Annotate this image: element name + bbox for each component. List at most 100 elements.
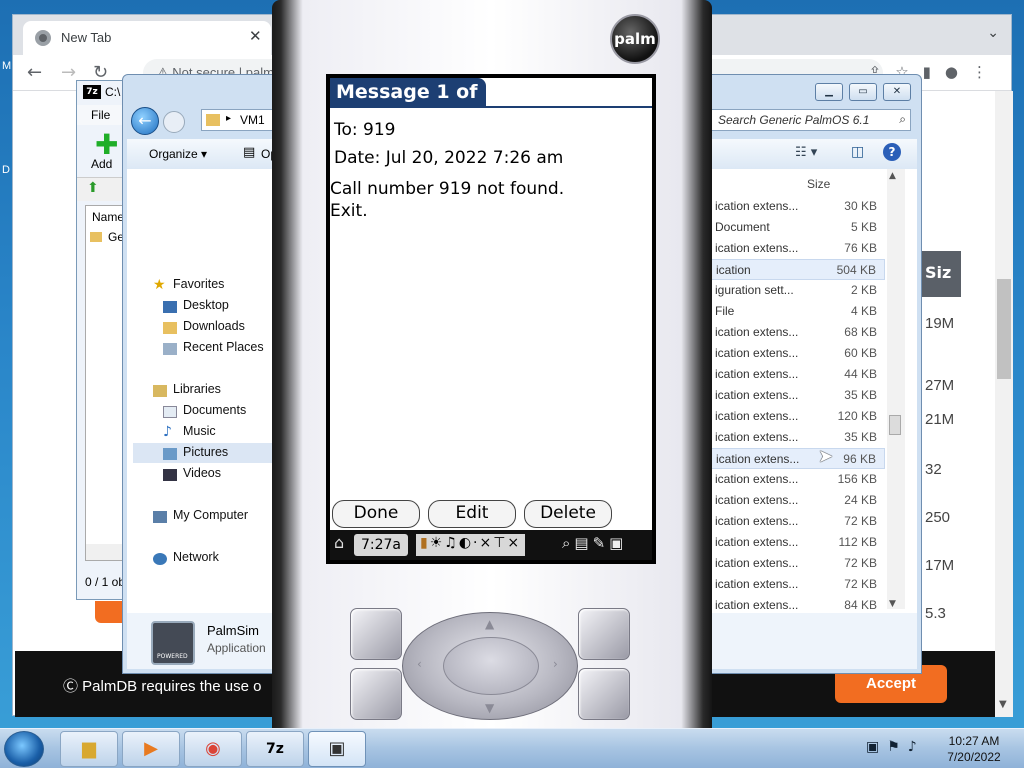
tab-search-chevron-icon[interactable]: ⌄ xyxy=(987,25,999,41)
nav-item-desktop[interactable]: Desktop xyxy=(183,298,229,312)
menu-dots-icon[interactable]: ⋮ xyxy=(972,63,1001,81)
delete-button[interactable]: Delete xyxy=(524,500,612,528)
close-button[interactable]: ✕ xyxy=(883,83,911,101)
back-arrow-icon[interactable]: ← xyxy=(131,107,159,135)
nav-item-my-computer[interactable]: My Computer xyxy=(173,508,248,522)
navigation-dpad[interactable]: ▲ ▼ ‹ › xyxy=(402,612,578,720)
file-row[interactable]: ication extens... 35 KB xyxy=(709,385,885,406)
back-arrow-icon[interactable]: ← xyxy=(27,62,42,83)
taskbar-explorer[interactable]: ▆ xyxy=(60,731,118,767)
file-size: 4 KB xyxy=(850,304,877,318)
dpad-up-arrow-icon[interactable]: ▲ xyxy=(485,617,494,631)
start-button[interactable] xyxy=(4,731,44,767)
status-right-icons[interactable]: ⌕▤✎▣ xyxy=(562,534,627,556)
taskbar-clock[interactable]: 10:27 AM 7/20/2022 xyxy=(938,733,1010,765)
nav-item-recent-places[interactable]: Recent Places xyxy=(183,340,264,354)
scroll-down-arrow-icon[interactable]: ▼ xyxy=(889,599,896,609)
file-row[interactable]: ication extens... 30 KB xyxy=(709,196,885,217)
file-row[interactable]: ication extens... 76 KB xyxy=(709,238,885,259)
music-icon: ♪ xyxy=(163,424,172,440)
message-line: Call number 919 not found. xyxy=(330,179,565,199)
menu-file[interactable]: File xyxy=(91,108,110,122)
taskbar-palmsim[interactable]: ▣ xyxy=(308,731,366,767)
nav-item-network[interactable]: Network xyxy=(173,550,219,564)
hardware-button-top-right[interactable] xyxy=(578,608,630,660)
add-plus-icon[interactable]: ✚ xyxy=(95,131,118,159)
status-time[interactable]: 7:27a xyxy=(354,534,408,556)
file-row[interactable]: ication extens... 24 KB xyxy=(709,490,885,511)
file-row[interactable]: iguration sett... 2 KB xyxy=(709,280,885,301)
file-list-scrollbar[interactable]: ▲ ▼ xyxy=(887,169,905,609)
side-panel-icon[interactable]: ▮ xyxy=(923,63,945,81)
file-list-scroll-thumb[interactable] xyxy=(889,415,901,435)
file-row[interactable]: ication extens... 60 KB xyxy=(709,343,885,364)
taskbar-7zip[interactable]: 7z xyxy=(246,731,304,767)
hardware-button-bottom-right[interactable] xyxy=(578,668,630,720)
help-icon[interactable]: ? xyxy=(883,143,901,161)
system-tray-icons[interactable]: ▣⚑♪ xyxy=(866,739,925,755)
tab-close-icon[interactable]: ✕ xyxy=(249,27,262,45)
up-folder-icon[interactable]: ⬆ xyxy=(87,180,99,196)
file-row[interactable]: ication extens... 112 KB xyxy=(709,532,885,553)
nav-item-downloads[interactable]: Downloads xyxy=(183,319,245,333)
file-row[interactable]: ication extens... 35 KB xyxy=(709,427,885,448)
file-name: ication extens... xyxy=(715,577,799,591)
file-row[interactable]: ication extens... 68 KB xyxy=(709,322,885,343)
scroll-down-arrow-icon[interactable]: ▼ xyxy=(999,699,1007,710)
open-icon[interactable]: ▤ xyxy=(243,145,255,160)
nav-item-favorites[interactable]: Favorites xyxy=(173,277,224,291)
status-icons[interactable]: ☀♫◐·×⊤× xyxy=(430,535,521,551)
file-list: Size ication extens... 30 KB Document 5 KB i… xyxy=(709,169,917,613)
page-scrollbar-thumb[interactable] xyxy=(997,279,1011,379)
file-row[interactable]: ication extens... 72 KB xyxy=(709,553,885,574)
maximize-button[interactable]: ▭ xyxy=(849,83,877,101)
nav-item-libraries[interactable]: Libraries xyxy=(173,382,221,396)
minimize-button[interactable]: ▁ xyxy=(815,83,843,101)
battery-icon[interactable]: ▮ xyxy=(420,535,430,551)
profile-icon[interactable]: ● xyxy=(945,63,972,81)
file-row[interactable]: ication 504 KB xyxy=(709,259,885,280)
hardware-button-top-left[interactable] xyxy=(350,608,402,660)
computer-icon xyxy=(153,511,167,523)
home-icon[interactable]: ⌂ xyxy=(334,533,344,552)
taskbar-media-player[interactable]: ▶ xyxy=(122,731,180,767)
file-row[interactable]: ication extens... 96 KB xyxy=(709,448,885,469)
scroll-up-arrow-icon[interactable]: ▲ xyxy=(889,171,896,181)
file-row[interactable]: ication extens... 120 KB xyxy=(709,406,885,427)
taskbar-chrome[interactable]: ◉ xyxy=(184,731,242,767)
breadcrumb[interactable]: VM1 xyxy=(240,113,265,127)
search-input[interactable]: Search Generic PalmOS 6.1 ⌕ xyxy=(711,109,911,131)
file-row[interactable]: File 4 KB xyxy=(709,301,885,322)
nav-item-pictures[interactable]: Pictures xyxy=(183,445,228,459)
nav-item-music[interactable]: Music xyxy=(183,424,216,438)
organize-button[interactable]: Organize ▾ xyxy=(149,147,207,161)
done-button[interactable]: Done xyxy=(332,500,420,528)
file-row[interactable]: ication extens... 44 KB xyxy=(709,364,885,385)
tab-new-tab[interactable]: New Tab ✕ xyxy=(23,21,271,55)
details-name: PalmSim xyxy=(207,623,260,638)
palm-form-title: Message 1 of 1 xyxy=(330,78,486,125)
dpad-center-button[interactable] xyxy=(443,637,539,695)
edit-button[interactable]: Edit xyxy=(428,500,516,528)
hardware-button-bottom-left[interactable] xyxy=(350,668,402,720)
column-size[interactable]: Size xyxy=(807,177,830,191)
add-button-label[interactable]: Add xyxy=(91,157,112,171)
dpad-down-arrow-icon[interactable]: ▼ xyxy=(485,701,494,715)
search-icon[interactable]: ⌕ xyxy=(899,112,906,127)
nav-item-videos[interactable]: Videos xyxy=(183,466,221,480)
column-name[interactable]: Name xyxy=(92,210,124,224)
file-name: iguration sett... xyxy=(715,283,794,297)
page-scrollbar[interactable] xyxy=(995,91,1013,717)
preview-pane-icon[interactable]: ◫ xyxy=(851,144,864,160)
forward-arrow-icon[interactable] xyxy=(163,111,185,133)
file-row[interactable]: ication extens... 156 KB xyxy=(709,469,885,490)
dpad-right-arrow-icon[interactable]: › xyxy=(553,657,558,671)
file-row[interactable]: ication extens... 72 KB xyxy=(709,574,885,595)
file-row[interactable]: ication extens... 72 KB xyxy=(709,511,885,532)
view-options-icon[interactable]: ☷ ▾ xyxy=(795,145,817,160)
file-row[interactable]: Document 5 KB xyxy=(709,217,885,238)
forward-arrow-icon[interactable]: → xyxy=(61,62,76,83)
palm-screen[interactable]: Message 1 of 1 To: 919 Date: Jul 20, 202… xyxy=(330,78,652,560)
dpad-left-arrow-icon[interactable]: ‹ xyxy=(417,657,422,671)
nav-item-documents[interactable]: Documents xyxy=(183,403,246,417)
